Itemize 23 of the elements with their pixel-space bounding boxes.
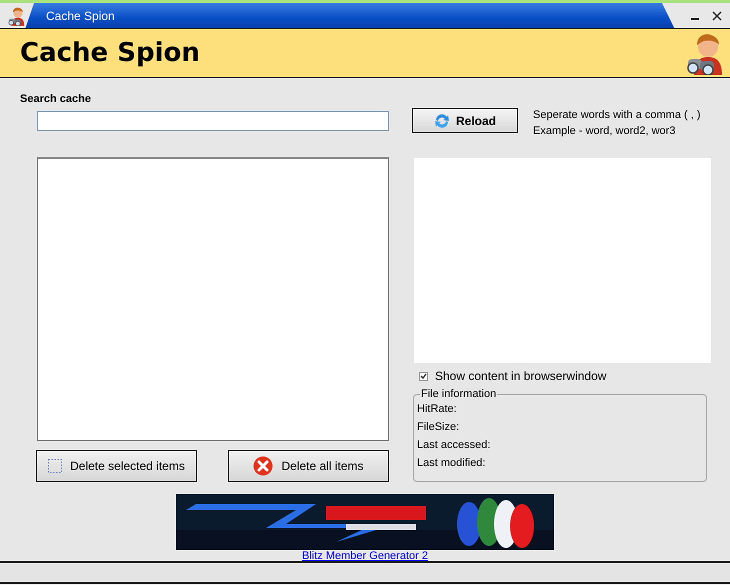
app-heading: Cache Spion (20, 38, 200, 68)
field-label: Last accessed: (417, 439, 492, 451)
field-label: HitRate: (417, 403, 458, 415)
banner-link[interactable]: Blitz Member Generator 2 (302, 550, 428, 562)
delete-icon (253, 456, 274, 476)
app-icon (8, 6, 26, 26)
field-label: FileSize: (417, 421, 460, 433)
delete-selected-button[interactable]: Delete selected items (36, 450, 197, 482)
hint-text: Example - word, word2, wor3 (533, 125, 676, 137)
checkbox-label: Show content in browserwindow (435, 369, 606, 383)
close-icon (712, 10, 722, 20)
search-field[interactable] (37, 111, 389, 131)
hint-text: Seperate words with a comma ( , ) (533, 109, 701, 121)
reload-button[interactable]: Reload (412, 108, 518, 133)
field-label: Last modified: (417, 457, 486, 469)
minimize-icon (691, 18, 699, 20)
search-label: Search cache (20, 93, 91, 105)
refresh-icon (434, 112, 450, 128)
checkbox[interactable] (419, 372, 428, 380)
close-button[interactable] (710, 8, 724, 22)
delete-all-button[interactable]: Delete all items (228, 450, 389, 482)
window-title: Cache Spion (46, 8, 116, 22)
dotted-square-icon (48, 459, 62, 473)
